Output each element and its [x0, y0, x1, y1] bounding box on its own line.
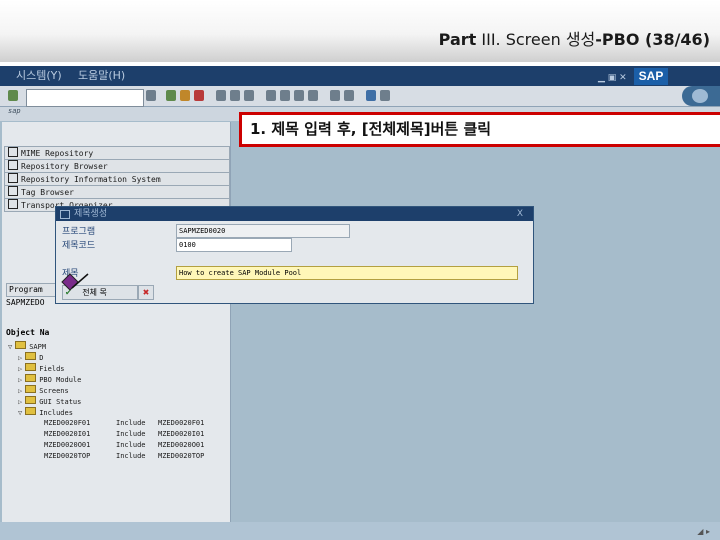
help-icon[interactable]	[366, 90, 376, 101]
object-navigator: MIME Repository Repository Browser Repos…	[2, 122, 231, 522]
tree-folder-fields[interactable]: ▷ Fields	[18, 363, 65, 373]
include-name: MZED0020O01	[44, 441, 91, 449]
program-dropdown[interactable]: Program	[6, 283, 58, 297]
last-page-icon[interactable]	[308, 90, 318, 101]
tree-root-label: SAPM	[29, 343, 47, 351]
nav-btn-label: Repository Browser	[21, 162, 108, 171]
folder-icon	[25, 385, 37, 393]
program-label: 프로그램	[62, 227, 96, 237]
include-object: MZED0020I01	[158, 430, 205, 438]
create-title-dialog: 제목생성 X 프로그램 SAPMZED0020 제목코드 0100 제목 How…	[55, 206, 534, 304]
dialog-title-bar: 제목생성 X	[56, 207, 533, 221]
status-bar: ◢ ▸	[0, 522, 720, 540]
tree-include-row[interactable]: MZED0020TOP Include MZED0020TOP	[44, 451, 204, 461]
folder-icon	[25, 352, 37, 360]
nav-btn-label: Tag Browser	[21, 188, 74, 197]
include-name: MZED0020TOP	[44, 452, 91, 460]
tree-include-row[interactable]: MZED0020F01 Include MZED0020F01	[44, 418, 204, 428]
slide-title-part: Part	[438, 30, 477, 49]
include-object: MZED0020TOP	[158, 452, 205, 460]
instruction-callout: 1. 제목 입력 후, [전체제목]버튼 클릭	[239, 112, 720, 147]
exit-icon[interactable]	[180, 90, 190, 101]
new-session-icon[interactable]	[330, 90, 340, 101]
prev-page-icon[interactable]	[280, 90, 290, 101]
tree-folder-label: Fields	[39, 365, 65, 373]
info-system-icon	[8, 173, 18, 183]
browser-icon	[8, 160, 18, 170]
folder-icon	[15, 341, 27, 349]
tree-folder-gui-status[interactable]: ▷ GUI Status	[18, 396, 81, 406]
nav-repository-info-system[interactable]: Repository Information System	[4, 172, 230, 186]
folder-icon	[25, 396, 37, 404]
include-type: Include	[116, 441, 146, 449]
transport-icon	[8, 199, 18, 209]
dialog-title: 제목생성	[74, 209, 108, 219]
next-page-icon[interactable]	[294, 90, 304, 101]
include-object: MZED0020F01	[158, 419, 205, 427]
standard-toolbar	[0, 86, 720, 107]
menu-system[interactable]: 시스템(Y)	[16, 66, 62, 86]
tree-root[interactable]: ▽ SAPM	[8, 341, 46, 351]
dialog-window-icon	[60, 210, 70, 219]
resize-grip-icon[interactable]: ◢ ▸	[697, 527, 710, 536]
menu-help[interactable]: 도움말(H)	[78, 66, 125, 86]
slide-title: Part III. Screen 생성-PBO (38/46)	[439, 26, 710, 50]
cancel-button[interactable]: ✖	[138, 285, 154, 300]
program-field: SAPMZED0020	[176, 224, 350, 238]
sap-emblem-icon	[682, 86, 720, 106]
print-icon[interactable]	[216, 90, 226, 101]
nav-tag-browser[interactable]: Tag Browser	[4, 185, 230, 199]
title-code-label: 제목코드	[62, 241, 96, 251]
tree-folder-label: PBO Module	[39, 376, 82, 384]
mime-icon	[8, 147, 18, 157]
include-name: MZED0020I01	[44, 430, 91, 438]
program-name-field[interactable]: SAPMZEDO	[6, 298, 45, 307]
back-icon[interactable]	[166, 90, 176, 101]
tree-include-row[interactable]: MZED0020O01 Include MZED0020O01	[44, 440, 204, 450]
tree-include-row[interactable]: MZED0020I01 Include MZED0020I01	[44, 429, 204, 439]
tree-folder-label: GUI Status	[39, 398, 82, 406]
include-type: Include	[116, 452, 146, 460]
nav-mime-repository[interactable]: MIME Repository	[4, 146, 230, 160]
title-code-field[interactable]: 0100	[176, 238, 292, 252]
include-type: Include	[116, 430, 146, 438]
folder-icon	[25, 407, 37, 415]
folder-icon	[25, 363, 37, 371]
sap-logo: SAP	[634, 68, 668, 85]
include-type: Include	[116, 419, 146, 427]
subbar-logo: sap	[8, 107, 21, 115]
slide-title-page: -PBO (38/46)	[595, 30, 710, 49]
pointer-arrow-icon	[61, 273, 89, 291]
dialog-close-button[interactable]: X	[517, 207, 523, 221]
find-next-icon[interactable]	[244, 90, 254, 101]
tag-icon	[8, 186, 18, 196]
nav-repository-browser[interactable]: Repository Browser	[4, 159, 230, 173]
cancel-icon[interactable]	[194, 90, 204, 101]
include-name: MZED0020F01	[44, 419, 91, 427]
layout-icon[interactable]	[380, 90, 390, 101]
tree-folder-d[interactable]: ▷ D	[18, 352, 43, 362]
shortcut-icon[interactable]	[344, 90, 354, 101]
save-icon[interactable]	[146, 90, 156, 101]
slide-title-section: III. Screen 생성	[476, 30, 596, 49]
folder-icon	[25, 374, 37, 382]
object-name-header: Object Na	[6, 328, 50, 337]
window-controls[interactable]: ▁ ▣ ✕	[598, 68, 627, 88]
tree-folder-includes[interactable]: ▽ Includes	[18, 407, 73, 417]
enter-icon[interactable]	[8, 90, 18, 101]
tree-folder-label: Includes	[39, 409, 73, 417]
title-input[interactable]: How to create SAP Module Pool	[176, 266, 518, 280]
first-page-icon[interactable]	[266, 90, 276, 101]
tree-folder-label: Screens	[39, 387, 69, 395]
tree-folder-label: D	[39, 354, 44, 362]
tree-folder-screens[interactable]: ▷ Screens	[18, 385, 69, 395]
slide-header: Part III. Screen 생성-PBO (38/46)	[0, 0, 720, 62]
nav-btn-label: MIME Repository	[21, 149, 94, 158]
include-object: MZED0020O01	[158, 441, 205, 449]
tree-folder-pbo[interactable]: ▷ PBO Module	[18, 374, 81, 384]
nav-btn-label: Repository Information System	[21, 175, 161, 184]
menu-bar: 시스템(Y) 도움말(H) ▁ ▣ ✕ SAP	[0, 66, 720, 86]
find-icon[interactable]	[230, 90, 240, 101]
command-field[interactable]	[26, 89, 144, 107]
